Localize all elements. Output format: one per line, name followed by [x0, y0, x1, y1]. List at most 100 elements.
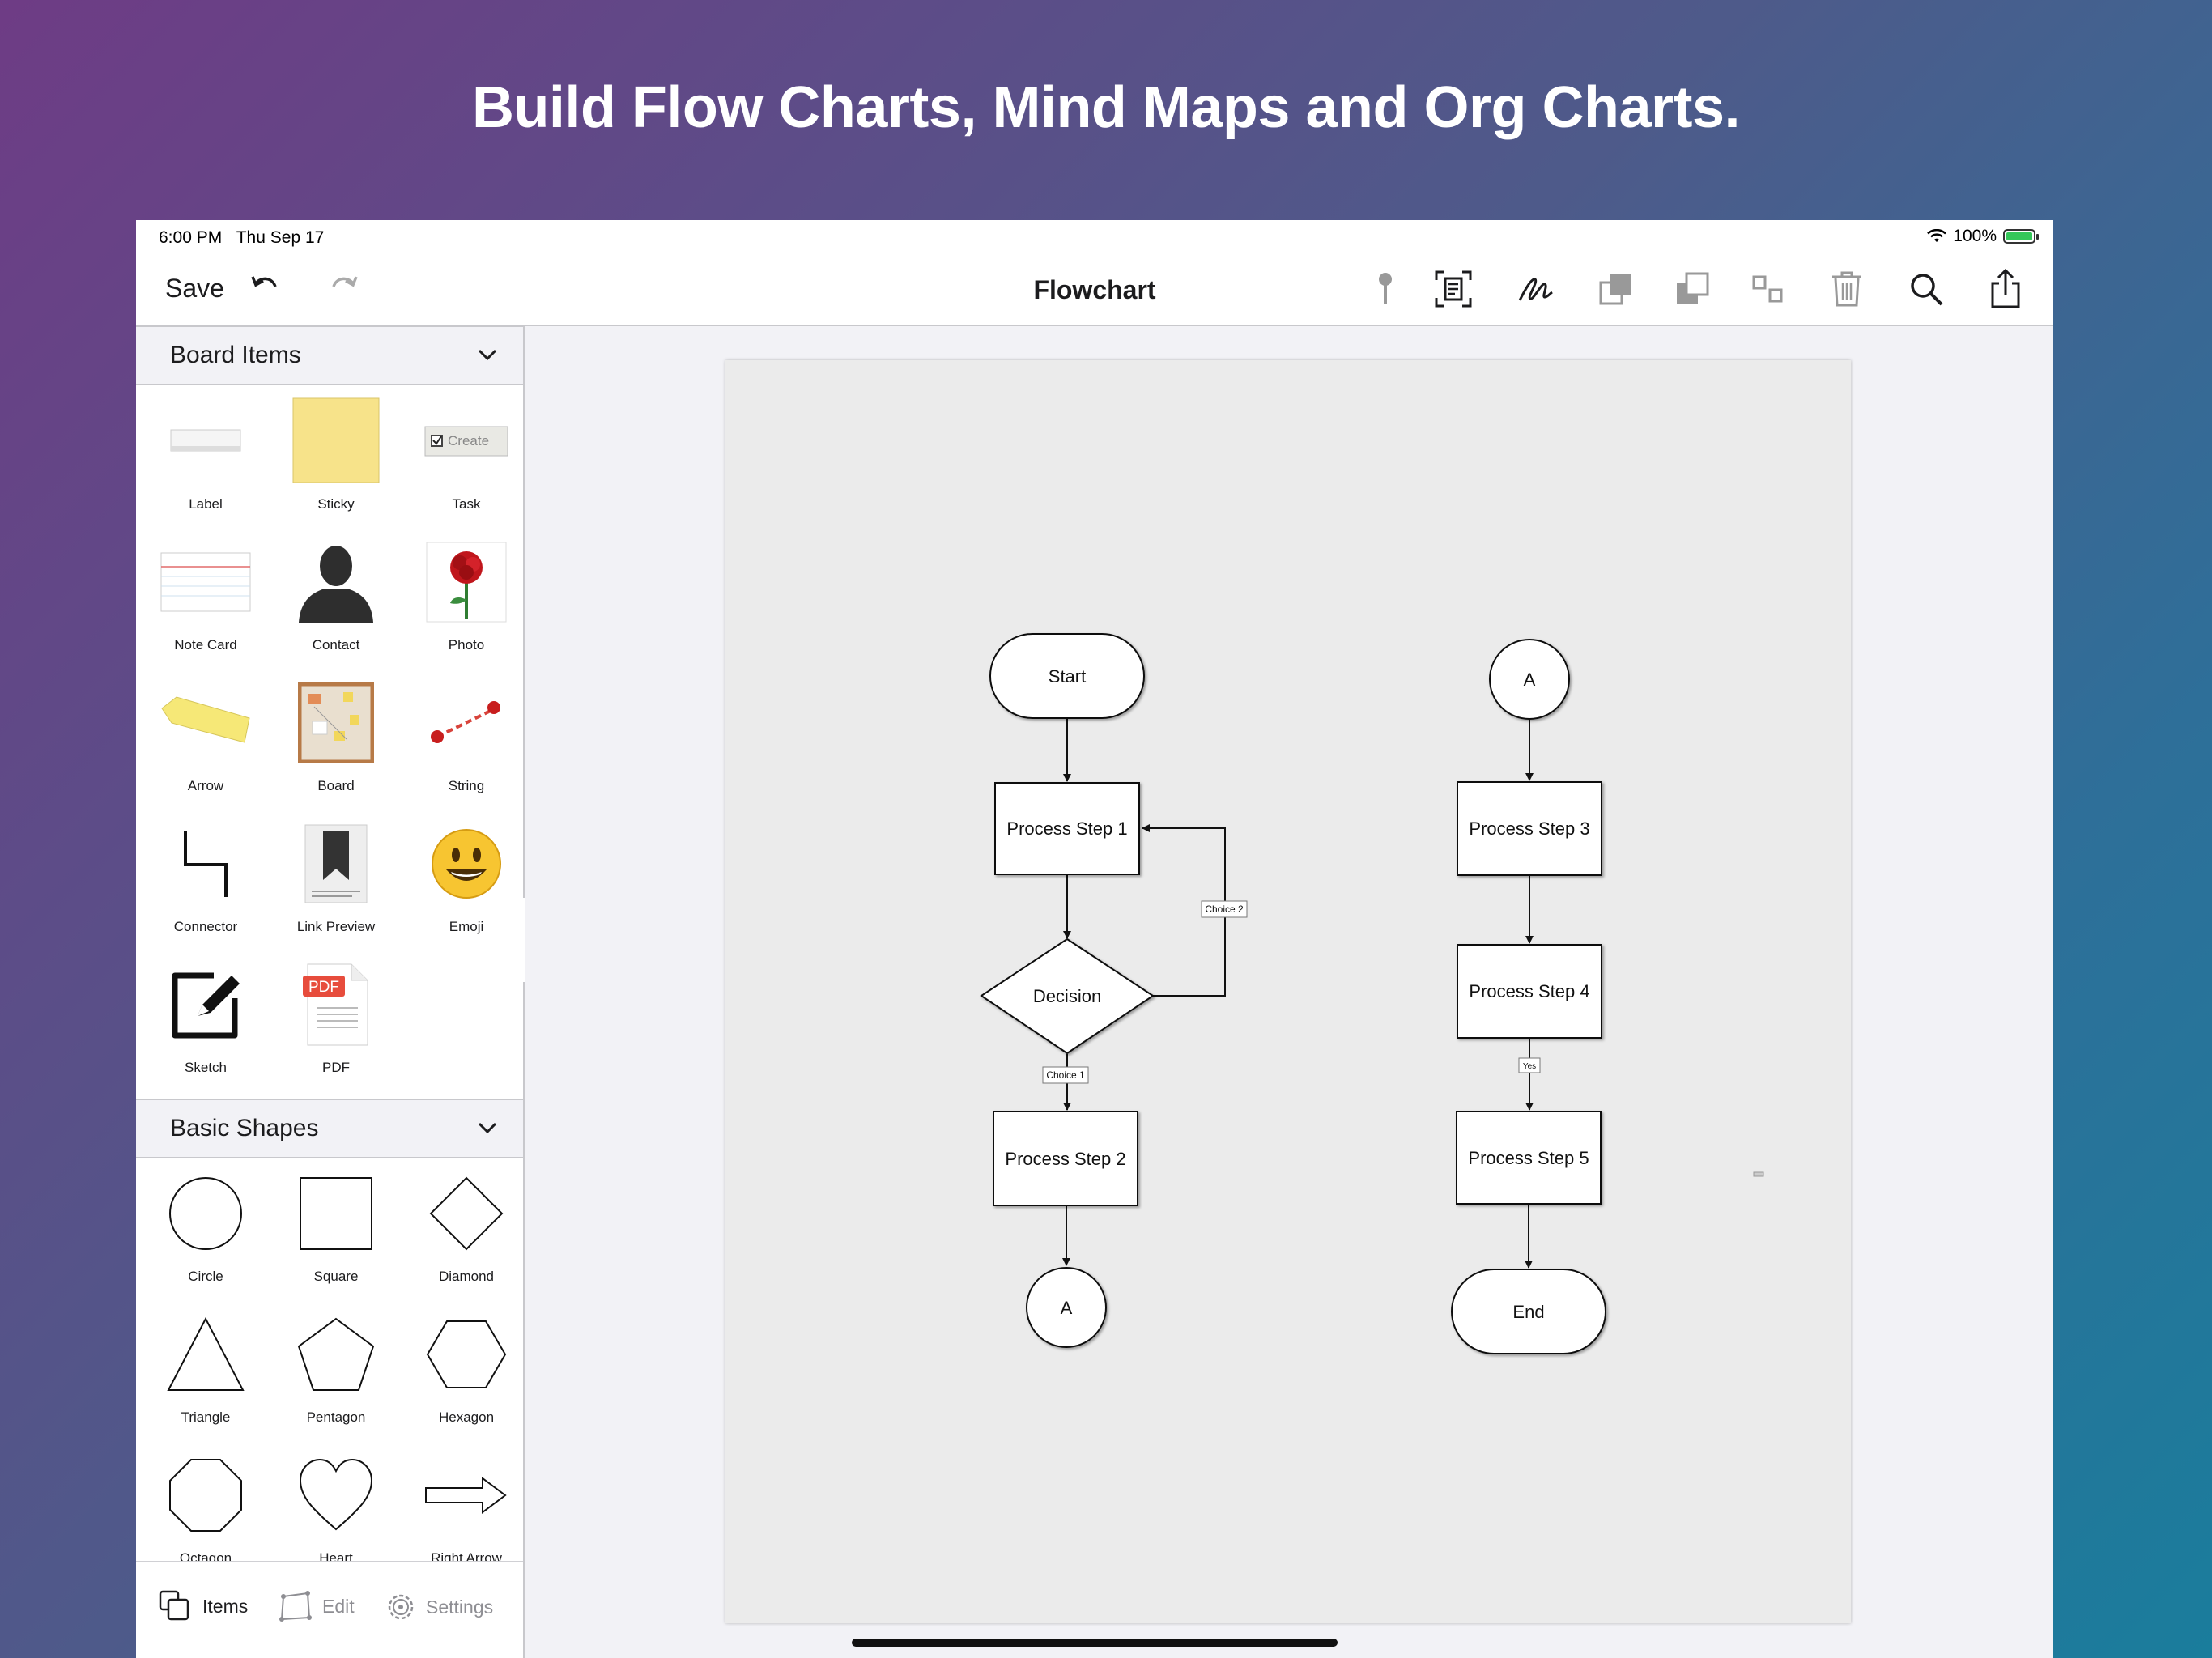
draw-button[interactable] — [1516, 269, 1556, 309]
process-step-4-label: Process Step 4 — [1469, 981, 1589, 1001]
pin-button[interactable] — [1365, 269, 1406, 309]
shape-pentagon[interactable]: Pentagon — [271, 1306, 401, 1435]
diamond-shape-icon — [429, 1176, 504, 1251]
gear-icon — [388, 1594, 414, 1620]
item-emoji[interactable]: Emoji — [402, 815, 531, 945]
board-items-header[interactable]: Board Items — [136, 326, 523, 385]
item-label[interactable]: Label — [141, 393, 270, 522]
tab-items-label: Items — [202, 1595, 249, 1617]
choice-2-label-box[interactable]: Choice 2 — [1201, 900, 1248, 918]
shape-circle[interactable]: Circle — [141, 1165, 270, 1295]
process-step-5-label: Process Step 5 — [1468, 1148, 1589, 1168]
tab-settings[interactable]: Settings — [384, 1590, 493, 1624]
item-sticky-caption: Sticky — [317, 496, 355, 512]
connector-a-top[interactable]: A — [1489, 639, 1570, 720]
canvas-area[interactable]: Start Process Step 1 Decision Choice 2 C… — [525, 326, 2053, 1658]
sidebar: Board Items Label Sticky Create Task Not… — [136, 326, 525, 1658]
undo-icon — [251, 276, 277, 287]
scribble-icon — [1518, 278, 1553, 301]
item-sticky[interactable]: Sticky — [271, 393, 401, 522]
end-terminal[interactable]: End — [1451, 1269, 1606, 1354]
home-indicator[interactable] — [852, 1639, 1338, 1647]
redo-button[interactable] — [327, 270, 359, 307]
item-pdf[interactable]: PDF PDF — [271, 956, 401, 1086]
process-step-3[interactable]: Process Step 3 — [1457, 781, 1602, 876]
undo-button[interactable] — [249, 270, 282, 307]
tab-edit[interactable]: Edit — [279, 1590, 355, 1622]
send-to-back-button[interactable] — [1673, 269, 1713, 309]
choice-1-label: Choice 1 — [1046, 1069, 1085, 1081]
triangle-shape-icon — [167, 1316, 245, 1391]
save-button[interactable]: Save — [165, 274, 224, 304]
bring-to-front-button[interactable] — [1597, 269, 1637, 309]
item-string[interactable]: String — [402, 674, 531, 804]
process-step-2[interactable]: Process Step 2 — [993, 1111, 1138, 1206]
item-note-card[interactable]: Note Card — [141, 534, 270, 663]
redo-icon — [332, 276, 358, 287]
item-photo[interactable]: Photo — [402, 534, 531, 663]
shape-triangle-caption: Triangle — [181, 1409, 231, 1425]
string-pins-icon — [431, 701, 500, 743]
decision-diamond[interactable]: Decision — [980, 937, 1155, 1055]
shape-pentagon-caption: Pentagon — [306, 1409, 366, 1425]
text-scan-icon — [1435, 270, 1472, 308]
search-icon — [1911, 274, 1943, 306]
shape-square[interactable]: Square — [271, 1165, 401, 1295]
tab-edit-label: Edit — [322, 1595, 355, 1617]
item-task[interactable]: Create Task — [402, 393, 531, 522]
pdf-file-icon: PDF — [303, 963, 368, 1046]
battery-percent: 100% — [1953, 227, 1997, 245]
board-page[interactable]: Start Process Step 1 Decision Choice 2 C… — [725, 360, 1851, 1623]
decision-label: Decision — [1033, 986, 1101, 1006]
item-link-preview[interactable]: Link Preview — [271, 815, 401, 945]
label-icon — [170, 429, 241, 452]
basic-shapes-header[interactable]: Basic Shapes — [136, 1099, 523, 1158]
connector-a-top-label: A — [1524, 670, 1536, 690]
item-board[interactable]: Board — [271, 674, 401, 804]
basic-shapes-title: Basic Shapes — [170, 1115, 319, 1141]
octagon-shape-icon — [169, 1459, 242, 1532]
group-button[interactable] — [1749, 269, 1789, 309]
connector-a-bottom[interactable]: A — [1026, 1267, 1107, 1348]
item-emoji-caption: Emoji — [449, 919, 484, 934]
item-pdf-caption: PDF — [322, 1060, 350, 1075]
shape-diamond-caption: Diamond — [438, 1269, 495, 1284]
process-step-1[interactable]: Process Step 1 — [994, 782, 1140, 875]
circle-shape-icon — [169, 1177, 242, 1250]
shape-diamond[interactable]: Diamond — [402, 1165, 531, 1295]
item-label-caption: Label — [189, 496, 223, 512]
shape-right-arrow[interactable]: Right Arrow — [402, 1447, 531, 1576]
shape-octagon[interactable]: Octagon — [141, 1447, 270, 1576]
hexagon-shape-icon — [426, 1320, 507, 1388]
connector-a-bottom-label: A — [1061, 1298, 1073, 1318]
yes-label: Yes — [1523, 1062, 1536, 1071]
text-scan-button[interactable] — [1433, 269, 1474, 309]
delete-button[interactable] — [1827, 269, 1867, 309]
process-step-5[interactable]: Process Step 5 — [1456, 1111, 1602, 1205]
item-board-caption: Board — [317, 778, 355, 793]
item-contact[interactable]: Contact — [271, 534, 401, 663]
tab-items[interactable]: Items — [159, 1590, 248, 1622]
selection-handle[interactable] — [1753, 1171, 1764, 1177]
item-connector[interactable]: Connector — [141, 815, 270, 945]
smiley-emoji-icon — [432, 829, 501, 899]
shape-square-caption: Square — [313, 1269, 359, 1284]
search-button[interactable] — [1906, 269, 1946, 309]
start-terminal[interactable]: Start — [989, 633, 1145, 719]
choice-1-label-box[interactable]: Choice 1 — [1042, 1066, 1089, 1084]
item-arrow[interactable]: Arrow — [141, 674, 270, 804]
chevron-down-icon — [478, 1122, 497, 1134]
yes-label-box[interactable]: Yes — [1518, 1057, 1541, 1073]
shape-hexagon-caption: Hexagon — [438, 1409, 495, 1425]
share-button[interactable] — [1985, 269, 2026, 309]
process-step-4[interactable]: Process Step 4 — [1457, 944, 1602, 1039]
shape-triangle[interactable]: Triangle — [141, 1306, 270, 1435]
shape-heart[interactable]: Heart — [271, 1447, 401, 1576]
right-arrow-shape-icon — [425, 1477, 507, 1514]
wifi-icon — [1927, 229, 1947, 242]
shape-hexagon[interactable]: Hexagon — [402, 1306, 531, 1435]
arrow-tag-icon — [161, 696, 250, 743]
item-connector-caption: Connector — [173, 919, 238, 934]
item-sketch[interactable]: Sketch — [141, 956, 270, 1086]
shape-circle-caption: Circle — [188, 1269, 223, 1284]
